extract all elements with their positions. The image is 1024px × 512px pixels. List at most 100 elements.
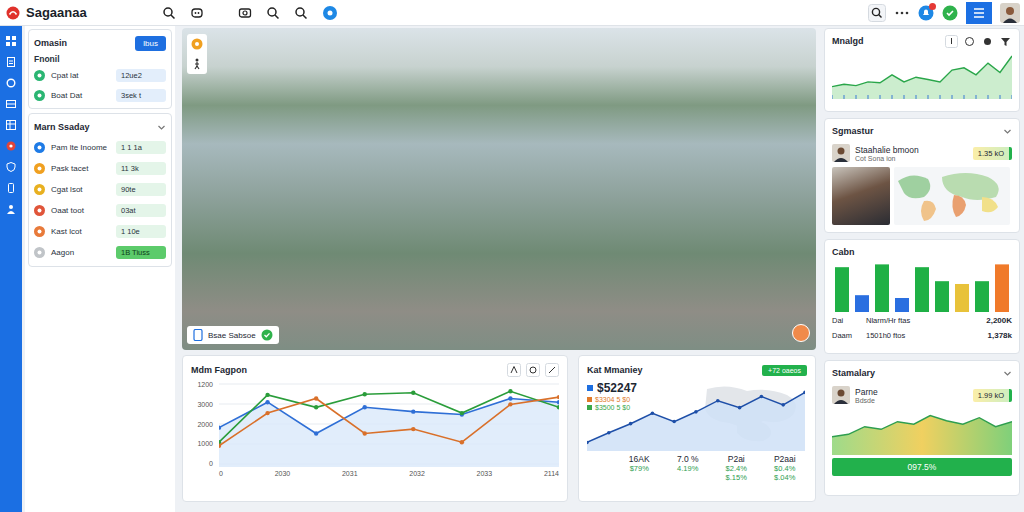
- data-point[interactable]: [460, 411, 464, 415]
- person-icon[interactable]: [6, 204, 16, 214]
- data-point[interactable]: [557, 395, 559, 399]
- data-point[interactable]: [508, 396, 512, 400]
- data-point[interactable]: [363, 405, 367, 409]
- data-point[interactable]: [363, 431, 367, 435]
- summary-row[interactable]: Cgat lsot 90te: [34, 179, 166, 199]
- bar[interactable]: [895, 298, 909, 312]
- inbox-icon[interactable]: [6, 99, 16, 109]
- data-point[interactable]: [460, 440, 464, 444]
- summary-row[interactable]: Kast lcot 1 10e: [34, 221, 166, 241]
- data-point[interactable]: [314, 396, 318, 400]
- change-badge: +72 oaeos: [762, 365, 807, 376]
- logo-icon[interactable]: [6, 6, 20, 20]
- location-icon[interactable]: [322, 5, 338, 21]
- search-icon[interactable]: [162, 6, 176, 20]
- search-icon[interactable]: [266, 6, 280, 20]
- text-icon[interactable]: [507, 363, 521, 377]
- map-location-badge[interactable]: Bsae Sabsoe: [187, 326, 279, 344]
- data-point[interactable]: [716, 399, 720, 403]
- chevron-icon[interactable]: [1003, 127, 1012, 136]
- chat-icon[interactable]: [190, 6, 204, 20]
- bar[interactable]: [835, 267, 849, 312]
- table-icon[interactable]: [6, 120, 16, 130]
- search-icon[interactable]: [868, 4, 886, 22]
- share-icon[interactable]: [963, 35, 976, 48]
- y-tick: 1200: [191, 381, 213, 388]
- data-point[interactable]: [219, 425, 221, 429]
- bar[interactable]: [855, 295, 869, 312]
- summary-row[interactable]: Oaat toot 03at: [34, 200, 166, 220]
- data-point[interactable]: [781, 403, 785, 407]
- data-point[interactable]: [760, 395, 764, 399]
- city-map-view[interactable]: Bsae Sabsoe: [182, 28, 816, 350]
- chevron-icon[interactable]: [1003, 369, 1012, 378]
- person-row[interactable]: Parne Bdsde 1.99 kO: [832, 384, 1012, 406]
- area-fill: [832, 416, 1012, 455]
- edit-icon[interactable]: [545, 363, 559, 377]
- data-point[interactable]: [219, 444, 221, 448]
- data-point[interactable]: [314, 405, 318, 409]
- phone-icon[interactable]: [6, 183, 16, 193]
- data-point[interactable]: [265, 411, 269, 415]
- grid-icon[interactable]: [6, 36, 16, 46]
- summary-row[interactable]: Aagon 1B Tiuss: [34, 242, 166, 262]
- bar[interactable]: [915, 267, 929, 312]
- card-title: Cabn: [832, 247, 855, 257]
- image-icon[interactable]: [238, 6, 252, 20]
- shield-icon[interactable]: [6, 162, 16, 172]
- filter-icon[interactable]: [999, 35, 1012, 48]
- data-point[interactable]: [265, 393, 269, 397]
- person-photo: [832, 167, 890, 225]
- data-point[interactable]: [557, 405, 559, 409]
- search-icon[interactable]: [294, 6, 308, 20]
- data-point[interactable]: [314, 431, 318, 435]
- data-point[interactable]: [587, 441, 589, 445]
- person-subtitle: Cot Sona ion: [855, 155, 968, 162]
- summary-row[interactable]: Pask tacet 11 3k: [34, 158, 166, 178]
- person-row[interactable]: Staahalie bmoon Cot Sona ion 1.35 kO: [832, 142, 1012, 164]
- data-point[interactable]: [629, 422, 633, 426]
- settings-icon[interactable]: [981, 35, 994, 48]
- circle-icon[interactable]: [6, 78, 16, 88]
- walk-icon[interactable]: [191, 58, 203, 70]
- download-icon[interactable]: [945, 35, 958, 48]
- data-point[interactable]: [803, 391, 805, 395]
- bar[interactable]: [875, 264, 889, 312]
- y-tick: 1000: [191, 440, 213, 447]
- data-point[interactable]: [411, 391, 415, 395]
- alert-icon[interactable]: [6, 141, 16, 151]
- data-tick: [868, 95, 869, 99]
- data-point[interactable]: [508, 402, 512, 406]
- menu-icon[interactable]: [966, 2, 992, 24]
- chevron-icon[interactable]: [157, 123, 166, 132]
- data-point[interactable]: [265, 400, 269, 404]
- bar[interactable]: [935, 281, 949, 312]
- lock-icon[interactable]: [526, 363, 540, 377]
- data-point[interactable]: [411, 427, 415, 431]
- data-point[interactable]: [508, 389, 512, 393]
- card-title: Mdm Fagpon: [191, 365, 247, 375]
- overview-row[interactable]: Boat Dat 3sek t: [34, 86, 166, 104]
- bar[interactable]: [995, 264, 1009, 312]
- data-point[interactable]: [651, 411, 655, 415]
- data-point[interactable]: [411, 409, 415, 413]
- more-icon[interactable]: [894, 6, 910, 20]
- data-point[interactable]: [557, 400, 559, 404]
- layer-icon[interactable]: [191, 38, 203, 50]
- overview-row[interactable]: Cpat lat 12ue2: [34, 66, 166, 84]
- status-bar[interactable]: 097.5%: [832, 458, 1012, 476]
- user-avatar-icon[interactable]: [1000, 3, 1020, 23]
- bar[interactable]: [975, 281, 989, 312]
- brand[interactable]: Sagaanaa: [6, 5, 87, 20]
- summary-row[interactable]: Pam lte Inoome 1 1 1a: [34, 137, 166, 157]
- data-point[interactable]: [694, 410, 698, 414]
- data-point[interactable]: [738, 406, 742, 410]
- document-icon[interactable]: [6, 57, 16, 67]
- data-point[interactable]: [363, 392, 367, 396]
- status-icon[interactable]: [942, 5, 958, 21]
- map-marker-icon[interactable]: [792, 324, 810, 342]
- data-point[interactable]: [672, 420, 676, 424]
- overview-button[interactable]: lbus: [135, 36, 166, 51]
- data-point[interactable]: [607, 431, 611, 435]
- bar[interactable]: [955, 284, 969, 312]
